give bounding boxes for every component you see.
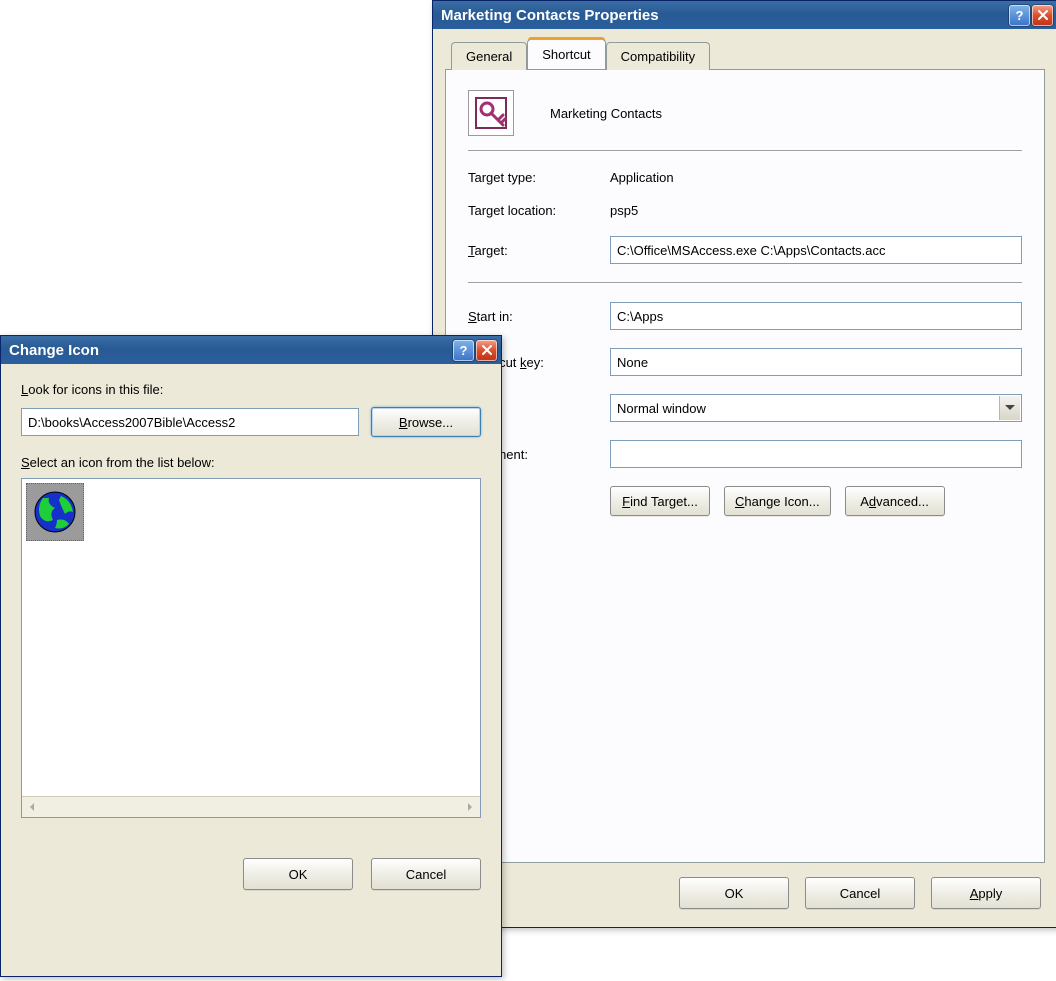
scroll-left-icon[interactable] <box>22 797 42 817</box>
chevron-down-icon[interactable] <box>999 396 1020 420</box>
titlebar[interactable]: Change Icon ? <box>1 336 501 364</box>
scroll-right-icon[interactable] <box>460 797 480 817</box>
label-target-location: Target location: <box>468 203 610 218</box>
tab-compatibility[interactable]: Compatibility <box>606 42 710 70</box>
divider-2 <box>468 282 1022 284</box>
change-icon-button[interactable]: Change Icon... <box>724 486 831 516</box>
titlebar[interactable]: Marketing Contacts Properties ? <box>433 1 1056 29</box>
divider <box>468 150 1022 152</box>
app-name-label: Marketing Contacts <box>550 106 662 121</box>
window-title: Change Icon <box>9 342 453 359</box>
label-target: Target: <box>468 243 610 258</box>
start-in-input[interactable] <box>610 302 1022 330</box>
cancel-button[interactable]: Cancel <box>371 858 481 890</box>
apply-button[interactable]: Apply <box>931 877 1041 909</box>
comment-input[interactable] <box>610 440 1022 468</box>
target-input[interactable] <box>610 236 1022 264</box>
ok-button[interactable]: OK <box>679 877 789 909</box>
tab-general[interactable]: General <box>451 42 527 70</box>
tab-shortcut[interactable]: Shortcut <box>527 39 605 69</box>
find-target-button[interactable]: Find Target... <box>610 486 710 516</box>
globe-icon[interactable] <box>26 483 84 541</box>
tab-panel-shortcut: Marketing Contacts Target type: Applicat… <box>445 69 1045 863</box>
label-select-icon: Select an icon from the list below: <box>21 455 481 470</box>
run-select[interactable]: Normal window <box>610 394 1022 422</box>
run-select-value: Normal window <box>617 401 706 416</box>
close-button[interactable] <box>476 340 497 361</box>
horizontal-scrollbar[interactable] <box>22 796 480 817</box>
value-target-location: psp5 <box>610 203 1022 218</box>
browse-button[interactable]: Browse... <box>371 407 481 437</box>
label-look-for-icons: Look for icons in this file: <box>21 382 481 397</box>
advanced-button[interactable]: Advanced... <box>845 486 945 516</box>
icon-list[interactable] <box>21 478 481 818</box>
cancel-button[interactable]: Cancel <box>805 877 915 909</box>
label-start-in: Start in: <box>468 309 610 324</box>
icon-path-input[interactable] <box>21 408 359 436</box>
value-target-type: Application <box>610 170 1022 185</box>
access-key-icon <box>468 90 514 136</box>
help-button[interactable]: ? <box>1009 5 1030 26</box>
close-button[interactable] <box>1032 5 1053 26</box>
window-title: Marketing Contacts Properties <box>441 7 1009 24</box>
change-icon-dialog: Change Icon ? Look for icons in this fil… <box>0 335 502 977</box>
properties-dialog: Marketing Contacts Properties ? General … <box>432 0 1056 928</box>
shortcut-key-input[interactable] <box>610 348 1022 376</box>
label-target-type: Target type: <box>468 170 610 185</box>
help-button[interactable]: ? <box>453 340 474 361</box>
ok-button[interactable]: OK <box>243 858 353 890</box>
